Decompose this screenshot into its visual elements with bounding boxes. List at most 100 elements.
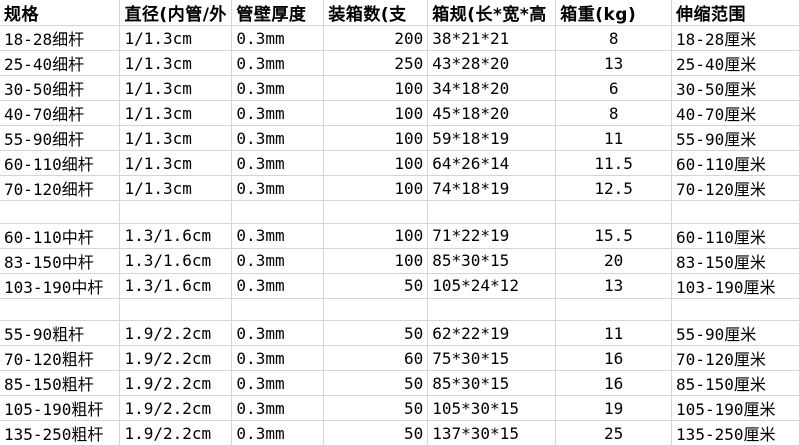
cell-wall-thickness[interactable]: 0.3mm [231,100,325,126]
cell-pieces-per-box[interactable]: 100 [323,125,429,151]
empty-cell[interactable] [231,298,325,321]
cell-range[interactable]: 83-150厘米 [671,248,800,274]
empty-cell[interactable] [671,200,800,224]
empty-cell[interactable] [671,298,800,321]
cell-diameter[interactable]: 1/1.3cm [119,175,233,201]
cell-range[interactable]: 70-120厘米 [671,175,800,201]
cell-pieces-per-box[interactable]: 100 [323,75,429,101]
empty-cell[interactable] [323,200,429,224]
cell-box-size[interactable]: 85*30*15 [427,370,557,396]
cell-spec[interactable]: 70-120细杆 [0,175,121,201]
cell-box-weight[interactable]: 20 [555,248,673,274]
empty-cell[interactable] [323,298,429,321]
cell-wall-thickness[interactable]: 0.3mm [231,370,325,396]
cell-box-size[interactable]: 59*18*19 [427,125,557,151]
cell-pieces-per-box[interactable]: 250 [323,50,429,76]
cell-diameter[interactable]: 1/1.3cm [119,75,233,101]
cell-spec[interactable]: 30-50细杆 [0,75,121,101]
cell-box-weight[interactable]: 13 [555,50,673,76]
empty-cell[interactable] [427,298,557,321]
cell-range[interactable]: 25-40厘米 [671,50,800,76]
cell-box-weight[interactable]: 11.5 [555,150,673,176]
cell-box-size[interactable]: 38*21*21 [427,25,557,51]
cell-diameter[interactable]: 1/1.3cm [119,100,233,126]
empty-cell[interactable] [0,298,121,321]
cell-spec[interactable]: 25-40细杆 [0,50,121,76]
cell-wall-thickness[interactable]: 0.3mm [231,25,325,51]
cell-wall-thickness[interactable]: 0.3mm [231,50,325,76]
header-box-weight[interactable]: 箱重(kg) [555,0,673,26]
cell-range[interactable]: 70-120厘米 [671,345,800,371]
cell-diameter[interactable]: 1.9/2.2cm [119,395,233,421]
cell-diameter[interactable]: 1.9/2.2cm [119,420,233,446]
cell-spec[interactable]: 85-150粗杆 [0,370,121,396]
cell-box-weight[interactable]: 16 [555,370,673,396]
cell-box-weight[interactable]: 11 [555,320,673,346]
cell-box-weight[interactable]: 25 [555,420,673,446]
cell-wall-thickness[interactable]: 0.3mm [231,223,325,249]
cell-pieces-per-box[interactable]: 100 [323,100,429,126]
cell-spec[interactable]: 105-190粗杆 [0,395,121,421]
empty-cell[interactable] [0,200,121,224]
cell-spec[interactable]: 60-110中杆 [0,223,121,249]
cell-box-size[interactable]: 45*18*20 [427,100,557,126]
cell-box-size[interactable]: 85*30*15 [427,248,557,274]
cell-diameter[interactable]: 1.9/2.2cm [119,320,233,346]
cell-spec[interactable]: 55-90细杆 [0,125,121,151]
cell-range[interactable]: 103-190厘米 [671,273,800,299]
cell-box-size[interactable]: 105*24*12 [427,273,557,299]
cell-spec[interactable]: 18-28细杆 [0,25,121,51]
cell-wall-thickness[interactable]: 0.3mm [231,320,325,346]
cell-diameter[interactable]: 1.3/1.6cm [119,273,233,299]
cell-box-weight[interactable]: 12.5 [555,175,673,201]
header-range[interactable]: 伸缩范围 [671,0,800,26]
cell-pieces-per-box[interactable]: 100 [323,223,429,249]
empty-cell[interactable] [555,200,673,224]
cell-range[interactable]: 18-28厘米 [671,25,800,51]
cell-range[interactable]: 30-50厘米 [671,75,800,101]
cell-wall-thickness[interactable]: 0.3mm [231,150,325,176]
cell-wall-thickness[interactable]: 0.3mm [231,345,325,371]
cell-box-size[interactable]: 105*30*15 [427,395,557,421]
cell-wall-thickness[interactable]: 0.3mm [231,248,325,274]
cell-range[interactable]: 55-90厘米 [671,320,800,346]
cell-spec[interactable]: 83-150中杆 [0,248,121,274]
cell-pieces-per-box[interactable]: 50 [323,273,429,299]
cell-wall-thickness[interactable]: 0.3mm [231,395,325,421]
cell-pieces-per-box[interactable]: 100 [323,150,429,176]
cell-box-weight[interactable]: 11 [555,125,673,151]
cell-box-weight[interactable]: 16 [555,345,673,371]
cell-spec[interactable]: 103-190中杆 [0,273,121,299]
cell-range[interactable]: 60-110厘米 [671,150,800,176]
cell-wall-thickness[interactable]: 0.3mm [231,273,325,299]
cell-box-weight[interactable]: 8 [555,25,673,51]
cell-wall-thickness[interactable]: 0.3mm [231,125,325,151]
cell-range[interactable]: 60-110厘米 [671,223,800,249]
cell-box-size[interactable]: 34*18*20 [427,75,557,101]
header-wall-thickness[interactable]: 管壁厚度 [231,0,325,26]
cell-wall-thickness[interactable]: 0.3mm [231,175,325,201]
cell-pieces-per-box[interactable]: 200 [323,25,429,51]
cell-diameter[interactable]: 1.9/2.2cm [119,370,233,396]
cell-diameter[interactable]: 1/1.3cm [119,125,233,151]
empty-cell[interactable] [119,200,233,224]
header-spec[interactable]: 规格 [0,0,121,26]
header-box-size[interactable]: 箱规(长*宽*高 [427,0,557,26]
cell-range[interactable]: 55-90厘米 [671,125,800,151]
cell-spec[interactable]: 135-250粗杆 [0,420,121,446]
cell-box-size[interactable]: 75*30*15 [427,345,557,371]
empty-cell[interactable] [119,298,233,321]
cell-box-weight[interactable]: 6 [555,75,673,101]
cell-diameter[interactable]: 1/1.3cm [119,50,233,76]
cell-spec[interactable]: 40-70细杆 [0,100,121,126]
header-pieces-per-box[interactable]: 装箱数(支 [323,0,429,26]
cell-box-weight[interactable]: 8 [555,100,673,126]
cell-pieces-per-box[interactable]: 60 [323,345,429,371]
cell-diameter[interactable]: 1/1.3cm [119,150,233,176]
cell-range[interactable]: 40-70厘米 [671,100,800,126]
cell-wall-thickness[interactable]: 0.3mm [231,420,325,446]
cell-pieces-per-box[interactable]: 100 [323,175,429,201]
header-diameter[interactable]: 直径(内管/外 [119,0,233,26]
empty-cell[interactable] [427,200,557,224]
cell-spec[interactable]: 70-120粗杆 [0,345,121,371]
